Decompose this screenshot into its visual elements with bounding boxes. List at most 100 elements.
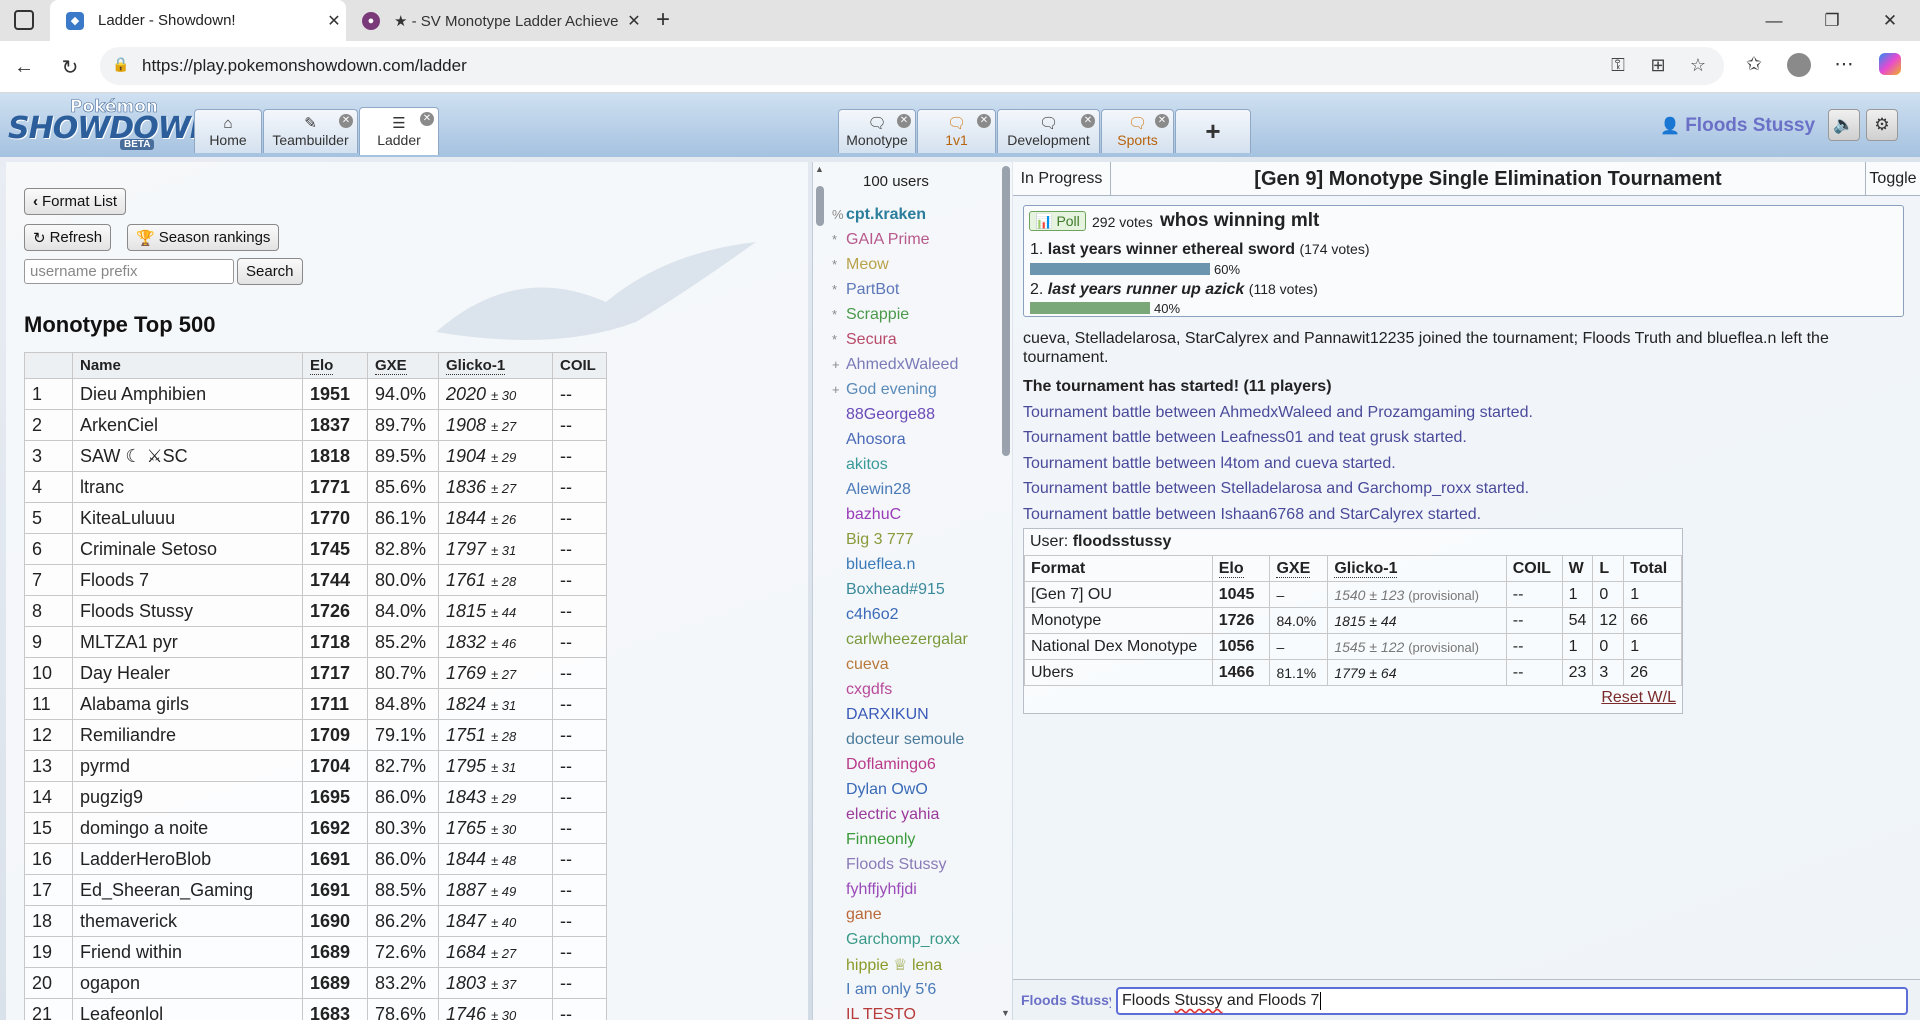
user-list-item[interactable]: Big 3 777: [832, 527, 1002, 552]
copilot-icon[interactable]: [1876, 53, 1904, 81]
user-list-item[interactable]: Boxhead#915: [832, 577, 1002, 602]
user-list-item[interactable]: blueflea.n: [832, 552, 1002, 577]
new-tab-button[interactable]: +: [656, 6, 670, 34]
app-icon[interactable]: ⊞: [1646, 55, 1670, 76]
player-name-cell[interactable]: MLTZA1 pyr: [72, 626, 303, 658]
site-info-icon[interactable]: 🔒: [112, 56, 132, 76]
page-scroll-thumb[interactable]: [816, 186, 824, 226]
chat-username[interactable]: Floods Stussy: [1021, 992, 1111, 1008]
search-button[interactable]: Search: [237, 258, 303, 285]
tab-1v1[interactable]: 🗨 1v1 ✕: [917, 109, 996, 153]
user-list-item[interactable]: I am only 5'6: [832, 977, 1002, 1002]
user-list-item[interactable]: + AhmedxWaleed: [832, 352, 1002, 377]
user-list-item[interactable]: bazhuC: [832, 502, 1002, 527]
user-list-item[interactable]: 88George88: [832, 402, 1002, 427]
sound-button[interactable]: 🔈: [1828, 109, 1860, 141]
scroll-down-icon[interactable]: ▼: [1001, 1008, 1010, 1018]
player-name-cell[interactable]: ltranc: [72, 471, 303, 503]
close-tab-icon[interactable]: ✕: [420, 112, 434, 126]
player-name-cell[interactable]: themaverick: [72, 905, 303, 937]
reset-wl-link[interactable]: Reset W/L: [1601, 689, 1676, 707]
user-list-item[interactable]: Ahosora: [832, 427, 1002, 452]
minimize-button[interactable]: —: [1746, 0, 1802, 41]
user-list-item[interactable]: Floods Stussy: [832, 852, 1002, 877]
user-list-item[interactable]: Doflamingo6: [832, 752, 1002, 777]
favorite-star-icon[interactable]: ☆: [1686, 55, 1710, 76]
battle-message[interactable]: Tournament battle between Stelladelarosa…: [1023, 479, 1903, 498]
player-name-cell[interactable]: Floods Stussy: [72, 595, 303, 627]
user-list-item[interactable]: DARXIKUN: [832, 702, 1002, 727]
back-button[interactable]: ←: [8, 51, 40, 83]
player-name-cell[interactable]: ArkenCiel: [72, 409, 303, 441]
player-name-cell[interactable]: domingo a noite: [72, 812, 303, 844]
close-window-button[interactable]: ✕: [1862, 0, 1918, 41]
user-list-item[interactable]: cxgdfs: [832, 677, 1002, 702]
poll-option-2[interactable]: 2. last years runner up azick (118 votes…: [1030, 281, 1318, 299]
user-list-item[interactable]: + God evening: [832, 377, 1002, 402]
profile-avatar-icon[interactable]: [1785, 53, 1813, 83]
player-name-cell[interactable]: Criminale Setoso: [72, 533, 303, 565]
tournament-toggle-button[interactable]: Toggle: [1865, 162, 1920, 196]
scroll-up-icon[interactable]: ▲: [815, 164, 824, 174]
player-name-cell[interactable]: pyrmd: [72, 750, 303, 782]
player-name-cell[interactable]: Ed_Sheeran_Gaming: [72, 874, 303, 906]
chat-input[interactable]: Floods Stussy and Floods 7: [1116, 987, 1908, 1015]
battle-message[interactable]: Tournament battle between l4tom and cuev…: [1023, 454, 1903, 473]
add-room-button[interactable]: +: [1175, 109, 1251, 153]
user-list-item[interactable]: Garchomp_roxx: [832, 927, 1002, 952]
username-prefix-input[interactable]: [24, 259, 234, 284]
user-list-item[interactable]: Dylan OwO: [832, 777, 1002, 802]
user-list-item[interactable]: * Secura: [832, 327, 1002, 352]
player-name-cell[interactable]: Alabama girls: [72, 688, 303, 720]
close-tab-icon[interactable]: ✕: [622, 11, 646, 31]
player-name-cell[interactable]: Remiliandre: [72, 719, 303, 751]
tab-monotype[interactable]: 🗨 Monotype ✕: [838, 109, 916, 153]
restore-button[interactable]: ❐: [1804, 0, 1860, 41]
refresh-button[interactable]: ↻ Refresh: [24, 224, 112, 251]
userlist-scrollbar[interactable]: ▼: [1000, 162, 1012, 1020]
battle-message[interactable]: Tournament battle between Ishaan6768 and…: [1023, 505, 1903, 524]
player-name-cell[interactable]: ogapon: [72, 967, 303, 999]
player-name-cell[interactable]: SAW ☾ ⚔SC: [72, 440, 303, 472]
page-scrollbar[interactable]: ▲: [813, 162, 827, 1020]
user-list-item[interactable]: cueva: [832, 652, 1002, 677]
user-list-item[interactable]: IL TESTO: [832, 1002, 1002, 1020]
player-name-cell[interactable]: Floods 7: [72, 564, 303, 596]
user-list-item[interactable]: c4h6o2: [832, 602, 1002, 627]
player-name-cell[interactable]: LadderHeroBlob: [72, 843, 303, 875]
tab-actions-icon[interactable]: [14, 10, 34, 30]
player-name-cell[interactable]: Day Healer: [72, 657, 303, 689]
battle-message[interactable]: Tournament battle between AhmedxWaleed a…: [1023, 403, 1903, 422]
format-list-button[interactable]: ‹ Format List: [24, 188, 127, 215]
favorites-icon[interactable]: ✩: [1740, 53, 1768, 76]
reload-button[interactable]: ↻: [54, 51, 86, 83]
player-name-cell[interactable]: Dieu Amphibien: [72, 378, 303, 410]
showdown-logo[interactable]: Pokémon SHOWDOWN! BETA: [8, 97, 228, 155]
user-list-item[interactable]: carlwheezergalar: [832, 627, 1002, 652]
close-tab-icon[interactable]: ✕: [1155, 114, 1169, 128]
browser-tab-achievements[interactable]: ● ★ - SV Monotype Ladder Achieve ✕: [346, 0, 646, 41]
url-box[interactable]: 🔒 https://play.pokemonshowdown.com/ladde…: [100, 47, 1724, 85]
tab-ladder[interactable]: ☰ Ladder ✕: [359, 107, 439, 155]
user-list-item[interactable]: Alewin28: [832, 477, 1002, 502]
user-list-item[interactable]: fyhffjyhfjdi: [832, 877, 1002, 902]
ranking-username[interactable]: floodsstussy: [1073, 533, 1172, 550]
user-list-item[interactable]: gane: [832, 902, 1002, 927]
player-name-cell[interactable]: Friend within: [72, 936, 303, 968]
browser-tab-ladder[interactable]: ◆ Ladder - Showdown! ✕: [50, 0, 346, 41]
more-menu-icon[interactable]: ⋯: [1830, 53, 1858, 76]
user-list-item[interactable]: * PartBot: [832, 277, 1002, 302]
tab-sports[interactable]: 🗨 Sports ✕: [1101, 109, 1174, 153]
user-list-item[interactable]: hippie ♕ lena: [832, 952, 1002, 977]
tab-home[interactable]: ⌂ Home: [194, 109, 262, 153]
close-tab-icon[interactable]: ✕: [977, 114, 991, 128]
user-list-item[interactable]: * Meow: [832, 252, 1002, 277]
battle-message[interactable]: Tournament battle between Leafness01 and…: [1023, 428, 1903, 447]
userlist-scroll-thumb[interactable]: [1002, 166, 1010, 456]
player-name-cell[interactable]: pugzig9: [72, 781, 303, 813]
tab-teambuilder[interactable]: ✎ Teambuilder ✕: [263, 109, 358, 153]
player-name-cell[interactable]: KiteaLuluuu: [72, 502, 303, 534]
season-rankings-button[interactable]: 🏆 Season rankings: [127, 224, 280, 251]
poll-option-1[interactable]: 1. last years winner ethereal sword (174…: [1030, 241, 1370, 259]
key-icon[interactable]: ⚿: [1606, 55, 1630, 76]
